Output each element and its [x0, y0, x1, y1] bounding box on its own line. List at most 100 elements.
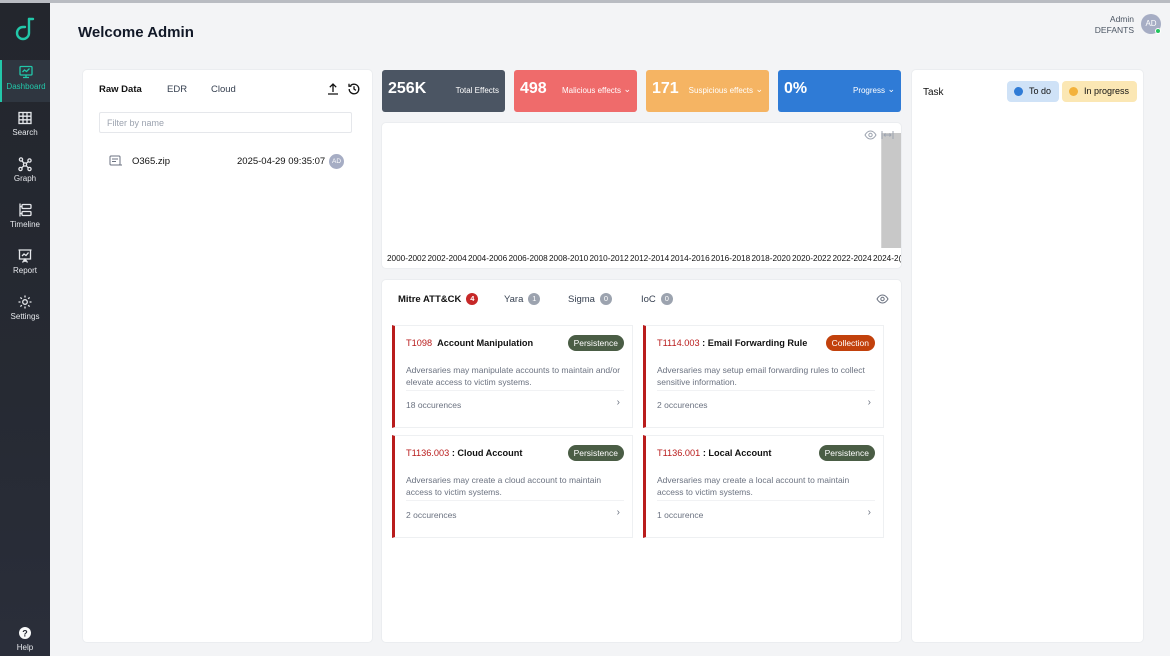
monitor-icon	[19, 65, 33, 79]
technique-id: T1136.003	[406, 448, 450, 458]
technique-card[interactable]: T1098 Account Manipulation Persistence A…	[392, 325, 633, 428]
help-label: Help	[16, 643, 34, 652]
sidebar-item-report[interactable]: Report	[0, 244, 50, 286]
sidebar-item-label: Settings	[10, 312, 40, 321]
user-name: Admin	[1109, 14, 1134, 24]
stat-label: Total Effects	[455, 86, 499, 95]
technique-card[interactable]: T1136.001 : Local Account Persistence Ad…	[643, 435, 884, 538]
timeline-chart-panel: 2000-2002 2002-2004 2004-2006 2006-2008 2008…	[382, 123, 901, 268]
technique-name: : Email Forwarding Rule	[702, 338, 808, 348]
list-item[interactable]: O365.zip 2025-04-29 09:35:07 AD	[109, 154, 349, 170]
filter-input[interactable]	[99, 112, 352, 133]
upload-icon[interactable]	[326, 82, 340, 96]
online-status-dot	[1155, 28, 1161, 34]
tab-sigma[interactable]: Sigma 0	[568, 293, 612, 305]
technique-id: T1136.001	[657, 448, 701, 458]
chevron-right-icon[interactable]: ›	[868, 507, 871, 518]
x-tick-label: 2000-2002	[387, 254, 427, 263]
x-tick-label: 2010-2012	[590, 254, 630, 263]
card-divider	[657, 390, 875, 391]
stat-value: 171	[652, 80, 679, 97]
technique-description: Adversaries may create a cloud account t…	[406, 475, 602, 497]
chevron-down-icon: ⌄	[623, 84, 631, 94]
stat-suspicious-effects[interactable]: 171 Suspicious effects ⌄	[646, 70, 769, 112]
x-tick-label: 2006-2008	[509, 254, 549, 263]
technique-card[interactable]: T1114.003 : Email Forwarding Rule Collec…	[643, 325, 884, 428]
timeline-bar-chart: 2000-2002 2002-2004 2004-2006 2006-2008 2008…	[387, 133, 901, 263]
in-progress-status-dot	[1069, 87, 1078, 96]
file-owner-avatar: AD	[329, 154, 344, 169]
stat-label: Malicious effects	[562, 86, 621, 95]
count-badge: 0	[599, 293, 612, 305]
tab-ioc[interactable]: IoC 0	[641, 293, 673, 305]
task-title: Task	[923, 87, 944, 98]
technique-id: T1098	[406, 338, 433, 348]
technique-card[interactable]: T1136.003 : Cloud Account Persistence Ad…	[392, 435, 633, 538]
tab-raw-data[interactable]: Raw Data	[99, 84, 142, 95]
sidebar-item-settings[interactable]: Settings	[0, 290, 50, 332]
stat-label: Progress	[852, 86, 885, 95]
x-tick-label: 2012-2014	[630, 254, 670, 263]
chevron-right-icon[interactable]: ›	[868, 397, 871, 408]
occurrence-count: 18 occurences	[406, 400, 462, 410]
sidebar: Dashboard Search Graph Timeline Report S…	[0, 3, 50, 656]
file-archive-icon	[109, 155, 122, 166]
eye-icon[interactable]	[864, 130, 877, 140]
eye-icon[interactable]	[876, 294, 889, 304]
task-filter-in-progress[interactable]: In progress	[1062, 81, 1138, 102]
occurrence-count: 2 occurences	[657, 400, 708, 410]
chevron-right-icon[interactable]: ›	[617, 397, 620, 408]
task-panel: Task To do In progress	[912, 70, 1143, 642]
todo-label: To do	[1029, 86, 1052, 96]
sidebar-item-timeline[interactable]: Timeline	[0, 198, 50, 240]
file-date: 2025-04-29 09:35:07	[237, 156, 326, 167]
report-icon	[18, 249, 32, 263]
tactic-badge: Persistence	[818, 445, 875, 461]
tab-edr[interactable]: EDR	[167, 84, 187, 95]
sidebar-item-search[interactable]: Search	[0, 106, 50, 148]
in-progress-label: In progress	[1084, 86, 1130, 96]
x-tick-label: 2020-2022	[792, 254, 832, 263]
stat-total-effects[interactable]: 256K Total Effects	[382, 70, 505, 112]
tab-yara[interactable]: Yara 1	[504, 293, 541, 305]
history-icon[interactable]	[347, 82, 361, 96]
tab-mitre-attack[interactable]: Mitre ATT&CK 4	[398, 293, 479, 305]
stat-malicious-effects[interactable]: 498 Malicious effects ⌄	[514, 70, 637, 112]
tab-label: Mitre ATT&CK	[398, 294, 462, 305]
stat-label: Suspicious effects	[688, 86, 753, 95]
card-divider	[406, 390, 624, 391]
task-filter-todo[interactable]: To do	[1007, 81, 1060, 102]
x-tick-label: 2016-2018	[711, 254, 751, 263]
chevron-right-icon[interactable]: ›	[617, 507, 620, 518]
app-logo[interactable]	[14, 17, 36, 43]
sidebar-item-graph[interactable]: Graph	[0, 152, 50, 194]
file-name: O365.zip	[132, 156, 171, 167]
card-divider	[406, 500, 624, 501]
gear-icon	[18, 295, 32, 309]
technique-description: Adversaries may setup email forwarding r…	[657, 365, 865, 387]
user-info[interactable]: Admin DEFANTS	[1095, 14, 1134, 36]
occurrence-count: 1 occurence	[657, 510, 704, 520]
stat-progress[interactable]: 0% Progress ⌄	[778, 70, 901, 112]
svg-text:?: ?	[22, 628, 28, 638]
chart-bar[interactable]	[881, 133, 901, 248]
x-tick-label: 2018-2020	[752, 254, 792, 263]
x-tick-label: 2008-2010	[549, 254, 589, 263]
top-divider	[0, 0, 1170, 3]
tab-label: Sigma	[568, 294, 595, 305]
tactic-badge: Persistence	[567, 445, 624, 461]
x-tick-label: 2024-2(	[873, 254, 901, 263]
technique-description: Adversaries may create a local account t…	[657, 475, 850, 497]
sidebar-item-dashboard[interactable]: Dashboard	[0, 60, 50, 102]
chevron-down-icon: ⌄	[755, 84, 763, 94]
stat-value: 0%	[784, 80, 808, 97]
x-tick-label: 2014-2016	[671, 254, 711, 263]
help-button[interactable]: ? Help	[0, 621, 50, 656]
fit-width-icon[interactable]	[881, 130, 894, 140]
tab-cloud[interactable]: Cloud	[211, 84, 236, 95]
sidebar-item-label: Timeline	[10, 220, 40, 229]
user-org: DEFANTS	[1094, 25, 1134, 35]
count-badge: 4	[466, 293, 479, 305]
sidebar-item-label: Graph	[13, 174, 37, 183]
timeline-icon	[19, 203, 32, 217]
